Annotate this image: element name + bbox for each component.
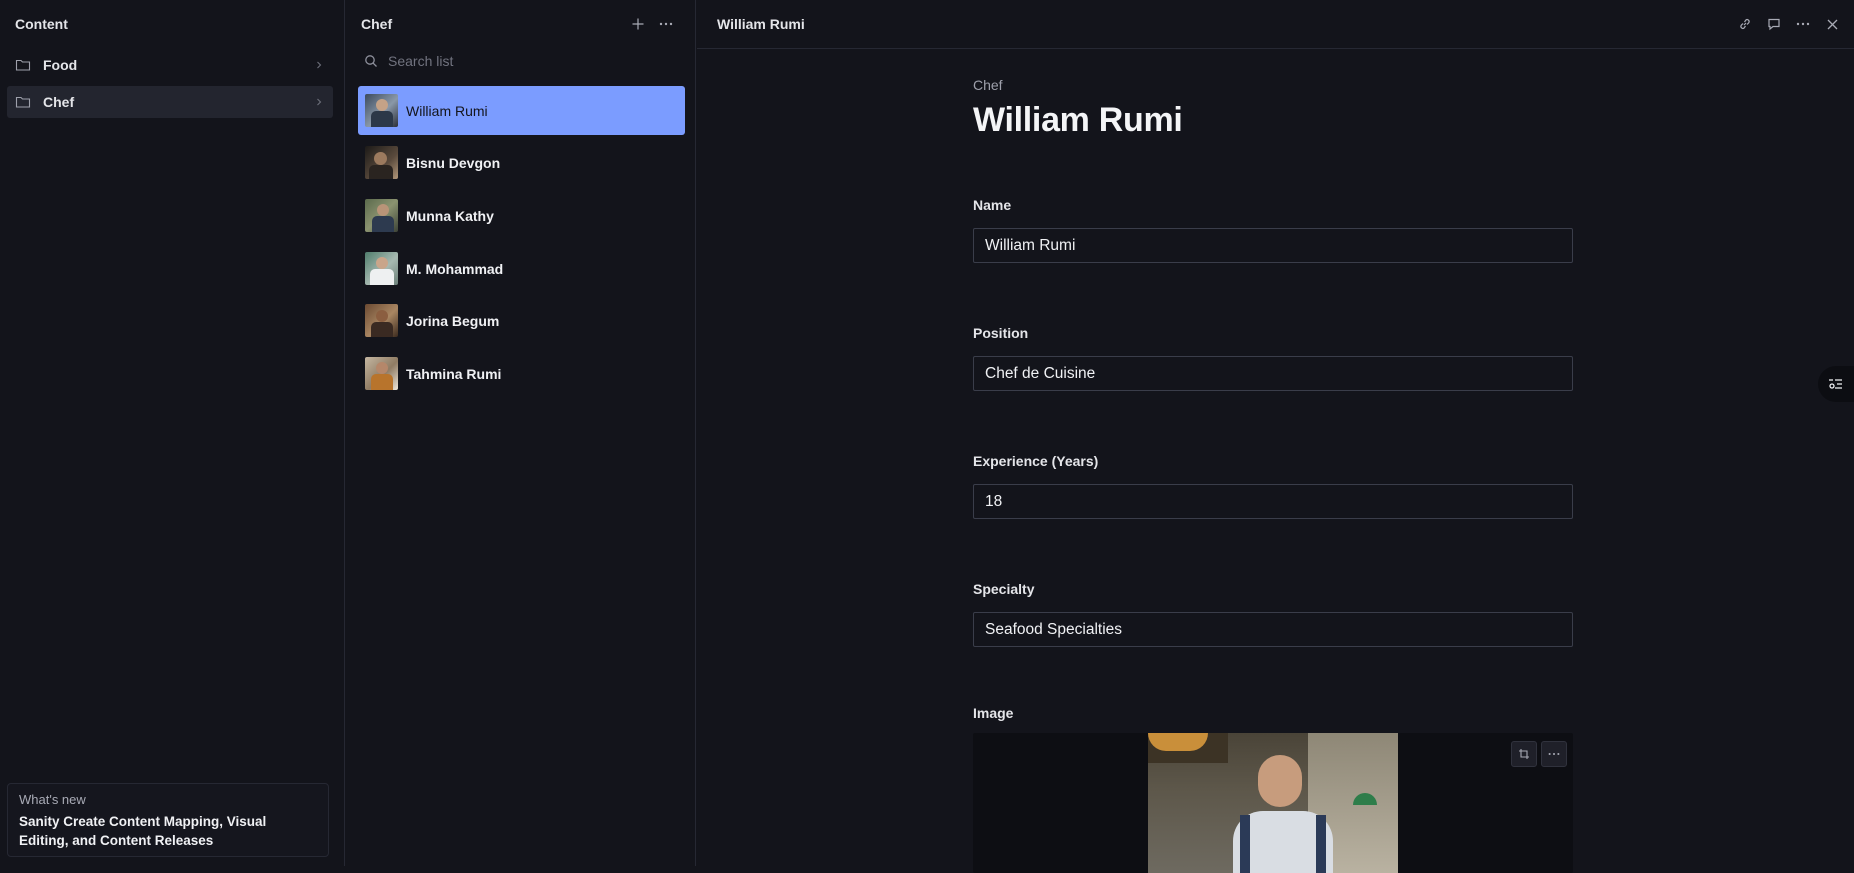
list-item-name: William Rumi <box>406 102 488 119</box>
field-label: Position <box>973 325 1029 341</box>
more-icon[interactable] <box>1541 741 1567 767</box>
content-pane-header: Content <box>0 0 344 48</box>
avatar <box>365 357 398 390</box>
field-label: Name <box>973 197 1012 213</box>
avatar <box>365 199 398 232</box>
link-icon[interactable] <box>1731 10 1759 38</box>
field-name: Name <box>973 197 1573 263</box>
whats-new-card[interactable]: What's new Sanity Create Content Mapping… <box>7 783 329 857</box>
nav-item-label: Chef <box>43 94 75 110</box>
search-bar <box>356 48 686 74</box>
field-position: Position <box>973 325 1573 391</box>
specialty-input[interactable] <box>973 612 1573 647</box>
chevron-right-icon <box>317 98 322 106</box>
document-actions <box>1731 10 1846 38</box>
nav-item-food[interactable]: Food <box>7 49 333 81</box>
document-title: William Rumi <box>973 101 1183 139</box>
add-icon[interactable] <box>624 10 652 38</box>
field-label: Experience (Years) <box>973 453 1099 469</box>
content-pane-title: Content <box>15 16 68 32</box>
field-label: Specialty <box>973 581 1035 597</box>
list-pane-title: Chef <box>361 16 393 32</box>
list-item-m-mohammad[interactable]: M. Mohammad <box>358 244 685 293</box>
avatar <box>365 252 398 285</box>
list-item-munna-kathy[interactable]: Munna Kathy <box>358 191 685 240</box>
more-icon[interactable] <box>652 10 680 38</box>
list-item-name: Jorina Begum <box>406 312 500 329</box>
field-experience: Experience (Years) <box>973 453 1573 519</box>
field-label: Image <box>973 705 1014 721</box>
chevron-right-icon <box>317 61 322 69</box>
document-header: William Rumi <box>697 0 1854 49</box>
avatar <box>365 146 398 179</box>
folder-icon <box>15 59 31 71</box>
list-item-name: M. Mohammad <box>406 260 504 277</box>
list-item-name: Bisnu Devgon <box>406 154 501 171</box>
avatar <box>365 94 398 127</box>
avatar <box>365 304 398 337</box>
whats-new-headline: Sanity Create Content Mapping, Visual Ed… <box>19 814 267 848</box>
crop-icon[interactable] <box>1511 741 1537 767</box>
more-icon[interactable] <box>1789 10 1817 38</box>
inspector-toggle-button[interactable] <box>1818 366 1854 402</box>
whats-new-kicker: What's new <box>19 792 86 807</box>
field-specialty: Specialty <box>973 581 1573 647</box>
position-input[interactable] <box>973 356 1573 391</box>
list-pane: Chef William Rumi Bisnu Devgon M <box>346 0 696 866</box>
content-pane: Content Food Chef What's new Sanity Crea… <box>0 0 345 866</box>
comment-icon[interactable] <box>1760 10 1788 38</box>
list-settings-icon <box>1829 379 1842 389</box>
field-image: Image <box>973 705 1573 873</box>
list-item-jorina-begum[interactable]: Jorina Begum <box>358 296 685 345</box>
name-input[interactable] <box>973 228 1573 263</box>
document-type-label: Chef <box>973 77 1003 93</box>
nav-item-label: Food <box>43 57 78 73</box>
list-item-william-rumi[interactable]: William Rumi <box>358 86 685 135</box>
chef-photo <box>1148 733 1398 873</box>
experience-input[interactable] <box>973 484 1573 519</box>
list-pane-header: Chef <box>346 0 695 48</box>
list-item-tahmina-rumi[interactable]: Tahmina Rumi <box>358 349 685 398</box>
nav-item-chef[interactable]: Chef <box>7 86 333 118</box>
document-pane: William Rumi Chef William Rumi Name Will… <box>697 0 1854 873</box>
close-icon[interactable] <box>1818 10 1846 38</box>
search-icon <box>365 55 377 67</box>
list-item-bisnu-devgon[interactable]: Bisnu Devgon <box>358 138 685 187</box>
document-form: Chef William Rumi Name Position Experien… <box>973 49 1573 873</box>
list-item-name: Munna Kathy <box>406 207 494 224</box>
image-input[interactable] <box>973 733 1573 873</box>
search-input[interactable] <box>388 53 668 69</box>
folder-icon <box>15 96 31 108</box>
list-item-name: Tahmina Rumi <box>406 365 502 382</box>
document-header-title: William Rumi <box>717 16 805 32</box>
